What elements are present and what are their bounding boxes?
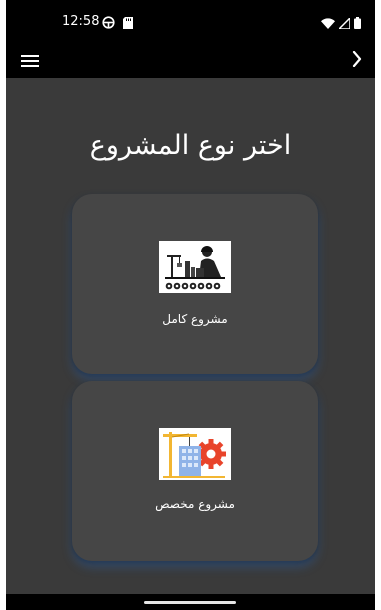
custom-project-card[interactable]: مشروع مخصص (72, 381, 318, 561)
sd-card-icon (123, 14, 133, 33)
navigation-bar (6, 594, 375, 610)
home-indicator[interactable] (144, 601, 236, 604)
battery-icon (354, 14, 361, 33)
status-left-icons (102, 14, 133, 33)
page-title: اختر نوع المشروع (89, 130, 292, 161)
wifi-icon (321, 14, 335, 33)
custom-project-image (159, 428, 231, 480)
status-right-icons (321, 14, 361, 33)
custom-project-label: مشروع مخصص (155, 497, 235, 511)
menu-button[interactable] (18, 50, 42, 72)
custom-project-illustration (159, 428, 231, 480)
full-project-label: مشروع كامل (162, 312, 228, 326)
signal-icon (337, 14, 351, 33)
hamburger-menu-icon (21, 52, 39, 71)
status-bar: 12:58 (6, 0, 375, 44)
main-content: اختر نوع المشروع مشروع كامل مشروع مخصص (6, 78, 375, 594)
chevron-right-icon (352, 50, 362, 71)
steering-wheel-icon (102, 14, 115, 33)
full-project-illustration (159, 241, 231, 293)
app-bar (6, 44, 375, 78)
status-time: 12:58 (62, 14, 100, 29)
full-project-card[interactable]: مشروع كامل (72, 194, 318, 374)
next-button[interactable] (345, 50, 369, 72)
full-project-image (159, 241, 231, 293)
phone-screen: 12:58 اختر نوع المشروع مشروع كامل مشروع … (6, 0, 375, 610)
